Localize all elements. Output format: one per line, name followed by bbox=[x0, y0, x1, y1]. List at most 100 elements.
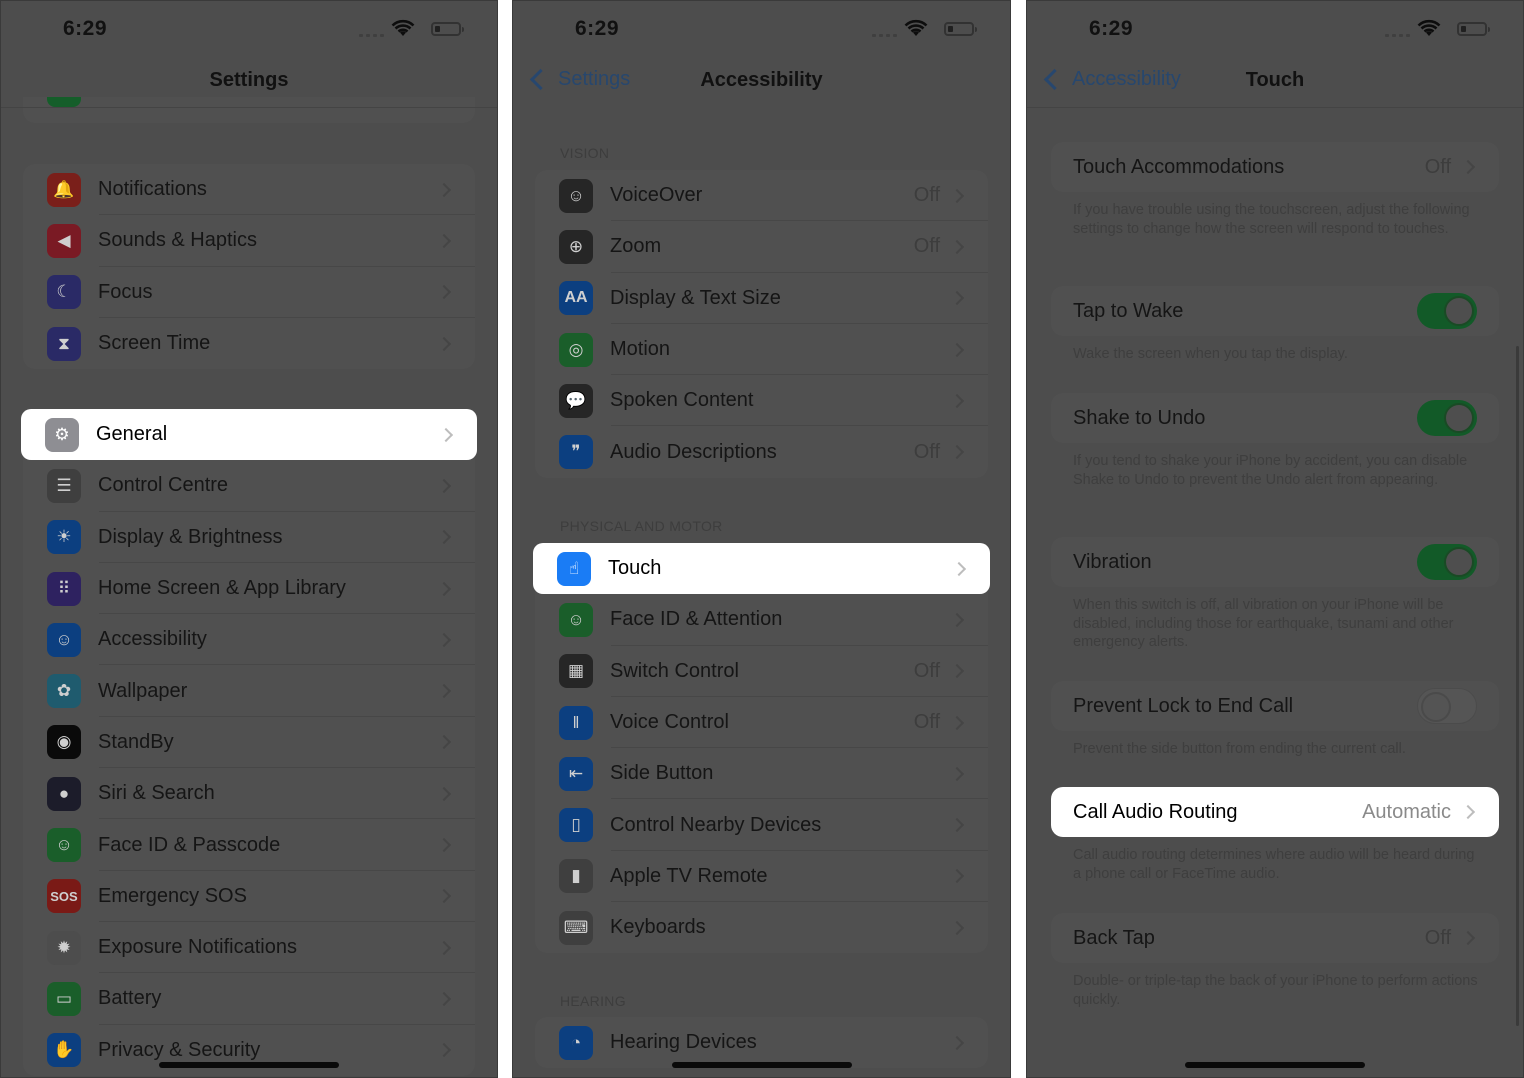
setting-footer: Double- or triple-tap the back of your i… bbox=[1073, 973, 1478, 1008]
standby-icon: ◉ bbox=[47, 725, 81, 760]
home-indicator[interactable] bbox=[671, 1062, 852, 1068]
setting-shake-to-undo[interactable]: Shake to Undo bbox=[1051, 393, 1499, 443]
list-item-siri-and-search[interactable]: ● Siri & Search bbox=[23, 768, 475, 820]
chevron-right-icon bbox=[438, 427, 454, 442]
keyboard-icon: ⌨ bbox=[559, 910, 593, 945]
list-item-hearing-devices[interactable]: ◔ Hearing Devices bbox=[535, 1017, 988, 1068]
nearby-devices-icon: ▯ bbox=[559, 808, 593, 843]
setting-call-audio-routing[interactable]: Call Audio Routing Automatic bbox=[1051, 787, 1499, 837]
item-value: Off bbox=[913, 440, 940, 463]
list-item-standby[interactable]: ◉ StandBy bbox=[23, 717, 475, 769]
list-item-emergency-sos[interactable]: SOS Emergency SOS bbox=[23, 871, 475, 923]
setting-footer: If you tend to shake your iPhone by acci… bbox=[1073, 453, 1468, 488]
cellular-signal-icon bbox=[872, 34, 898, 38]
cellular-signal-icon bbox=[359, 34, 385, 38]
list-item-sounds-and-haptics[interactable]: ◀ Sounds & Haptics bbox=[23, 215, 475, 267]
setting-label: Call Audio Routing bbox=[1073, 800, 1238, 823]
ear-icon: ◔ bbox=[559, 1025, 593, 1060]
home-indicator[interactable] bbox=[1185, 1062, 1365, 1068]
list-item-audio-descriptions[interactable]: ❞ Audio Descriptions Off bbox=[535, 426, 988, 477]
item-label: Home Screen & App Library bbox=[98, 577, 346, 600]
list-item-keyboards[interactable]: ⌨ Keyboards bbox=[535, 902, 988, 953]
list-item-screen-time[interactable]: ⧗ Screen Time bbox=[23, 318, 475, 369]
chevron-right-icon bbox=[949, 291, 965, 306]
list-item-switch-control[interactable]: ▦ Switch Control Off bbox=[535, 646, 988, 698]
item-label: General bbox=[96, 423, 168, 446]
setting-vibration[interactable]: Vibration bbox=[1051, 537, 1499, 587]
item-label: Wallpaper bbox=[98, 679, 188, 702]
item-label: Apple TV Remote bbox=[610, 864, 768, 887]
item-label: Voice Control bbox=[610, 711, 729, 734]
list-item-wallpaper[interactable]: ✿ Wallpaper bbox=[23, 665, 475, 718]
item-value: Off bbox=[913, 235, 940, 258]
side-button-icon: ⇤ bbox=[559, 756, 593, 791]
list-item-focus[interactable]: ☾ Focus bbox=[23, 267, 475, 319]
section-header-hearing: HEARING bbox=[560, 993, 626, 1009]
list-item-home-screen-and-app-library[interactable]: ⠿ Home Screen & App Library bbox=[23, 563, 475, 615]
battery-status-icon bbox=[1457, 22, 1490, 36]
remote-icon: ▮ bbox=[559, 859, 593, 894]
settings-screen: 6:29 Settings 🔔 Notifications ◀ Sounds & Ha… bbox=[0, 0, 498, 1078]
switch-grid-icon: ▦ bbox=[559, 654, 593, 689]
item-label: Face ID & Attention bbox=[610, 608, 783, 631]
wifi-icon bbox=[391, 19, 415, 36]
list-item-spoken-content[interactable]: 💬 Spoken Content bbox=[535, 375, 988, 427]
list-item-exposure-notifications[interactable]: ✹ Exposure Notifications bbox=[23, 922, 475, 974]
list-item-voiceover[interactable]: ☺ VoiceOver Off bbox=[535, 170, 988, 222]
exposure-icon: ✹ bbox=[47, 930, 81, 965]
settings-group-2: ⚙ General ☰ Control Centre ☀ Display & Bright… bbox=[21, 409, 477, 1076]
status-bar: 6:29 bbox=[1, 1, 497, 59]
item-label: StandBy bbox=[98, 730, 174, 753]
item-label: VoiceOver bbox=[610, 184, 703, 207]
item-label: Spoken Content bbox=[610, 389, 754, 412]
list-item-touch[interactable]: ☝ Touch bbox=[533, 543, 990, 595]
list-item-face-id-and-passcode[interactable]: ☺ Face ID & Passcode bbox=[23, 819, 475, 871]
item-label: Touch bbox=[608, 557, 662, 580]
item-label: Hearing Devices bbox=[610, 1031, 757, 1054]
list-item-accessibility[interactable]: ☺ Accessibility bbox=[23, 614, 475, 666]
chevron-right-icon bbox=[949, 869, 965, 884]
setting-back-tap[interactable]: Back Tap Off bbox=[1051, 913, 1499, 963]
setting-tap-to-wake[interactable]: Tap to Wake bbox=[1051, 286, 1499, 336]
toggle-switch[interactable] bbox=[1417, 293, 1477, 329]
status-bar: 6:29 bbox=[1027, 1, 1523, 59]
toggle-switch[interactable] bbox=[1417, 688, 1477, 724]
home-indicator[interactable] bbox=[159, 1062, 339, 1068]
list-item-battery[interactable]: ▭ Battery bbox=[23, 973, 475, 1025]
list-item-display-and-text-size[interactable]: AA Display & Text Size bbox=[535, 273, 988, 325]
toggle-knob bbox=[1444, 403, 1474, 433]
status-time: 6:29 bbox=[575, 17, 620, 40]
list-item-motion[interactable]: ◎ Motion bbox=[535, 324, 988, 376]
status-time: 6:29 bbox=[63, 17, 108, 40]
list-item-apple-tv-remote[interactable]: ▮ Apple TV Remote bbox=[535, 851, 988, 903]
list-item-zoom[interactable]: ⊕ Zoom Off bbox=[535, 221, 988, 273]
setting-prevent-lock-to-end-call[interactable]: Prevent Lock to End Call bbox=[1051, 681, 1499, 731]
list-item-privacy-and-security[interactable]: ✋ Privacy & Security bbox=[23, 1025, 475, 1076]
scrollbar[interactable] bbox=[1516, 346, 1519, 1026]
list-item-voice-control[interactable]: ‖ Voice Control Off bbox=[535, 697, 988, 749]
chevron-right-icon bbox=[949, 766, 965, 781]
item-label: Side Button bbox=[610, 762, 714, 785]
chevron-right-icon bbox=[436, 530, 452, 545]
toggle-switch[interactable] bbox=[1417, 400, 1477, 436]
list-item-notifications[interactable]: 🔔 Notifications bbox=[23, 164, 475, 216]
list-item-display-and-brightness[interactable]: ☀ Display & Brightness bbox=[23, 512, 475, 564]
item-label: Display & Brightness bbox=[98, 525, 283, 548]
setting-touch-accommodations[interactable]: Touch Accommodations Off bbox=[1051, 142, 1499, 192]
list-item-face-id-and-attention[interactable]: ☺ Face ID & Attention bbox=[535, 594, 988, 646]
item-label: Emergency SOS bbox=[98, 884, 247, 907]
section-header-vision: VISION bbox=[560, 145, 610, 161]
item-value: Off bbox=[913, 711, 940, 734]
list-item-general[interactable]: ⚙ General bbox=[21, 409, 477, 461]
toggle-knob bbox=[1444, 547, 1474, 577]
setting-label: Vibration bbox=[1073, 550, 1152, 573]
list-item-side-button[interactable]: ⇤ Side Button bbox=[535, 748, 988, 800]
motion-icon: ◎ bbox=[559, 332, 593, 367]
sun-icon: ☀ bbox=[47, 520, 81, 555]
list-item-control-centre[interactable]: ☰ Control Centre bbox=[23, 460, 475, 512]
quote-bubble-icon: ❞ bbox=[559, 435, 593, 470]
toggle-switch[interactable] bbox=[1417, 544, 1477, 580]
list-item-control-nearby-devices[interactable]: ▯ Control Nearby Devices bbox=[535, 799, 988, 852]
setting-footer: If you have trouble using the touchscree… bbox=[1073, 202, 1470, 237]
item-label: Screen Time bbox=[98, 332, 211, 355]
